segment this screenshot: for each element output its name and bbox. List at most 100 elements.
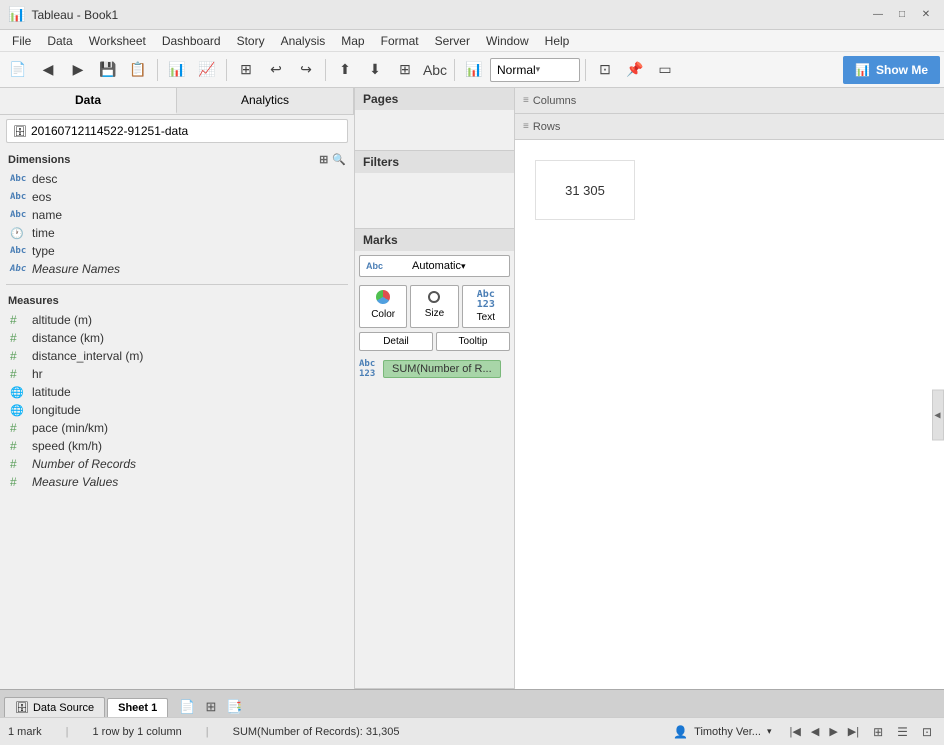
toolbar-sort-desc-button[interactable]: ⬇ [361,56,389,84]
columns-shelf[interactable]: ≡ Columns [515,88,944,114]
toolbar-sort-asc-button[interactable]: ⬆ [331,56,359,84]
dimensions-search-icon[interactable]: 🔍 [332,153,346,166]
menu-server[interactable]: Server [427,32,478,50]
database-icon: 🗄 [13,125,27,138]
toolbar-chart2-button[interactable]: 📈 [193,56,221,84]
field-number-of-records[interactable]: # Number of Records [6,455,348,473]
field-type[interactable]: Abc type [6,242,348,260]
tab-data[interactable]: Data [0,88,177,114]
menu-help[interactable]: Help [537,32,578,50]
toolbar-presentation-button[interactable]: ▭ [651,56,679,84]
nav-list-icon[interactable]: ☰ [893,723,912,741]
toolbar-group-button[interactable]: ⊞ [391,56,419,84]
tab-data-source[interactable]: 🗄 Data Source [4,697,105,717]
tooltip-button[interactable]: Tooltip [436,332,510,351]
field-altitude[interactable]: # altitude (m) [6,311,348,329]
field-speed[interactable]: # speed (km/h) [6,437,348,455]
show-me-button[interactable]: 📊 Show Me [843,56,940,84]
marks-header: Marks [355,229,514,251]
rows-shelf[interactable]: ≡ Rows [515,114,944,140]
menu-format[interactable]: Format [373,32,427,50]
field-measure-values[interactable]: # Measure Values [6,473,348,491]
text-button[interactable]: Abc123 Text [462,285,510,328]
filters-body[interactable] [355,173,514,228]
field-name[interactable]: Abc name [6,206,348,224]
new-sheet-icon[interactable]: 📄 [176,697,198,717]
menu-window[interactable]: Window [478,32,537,50]
field-longitude[interactable]: 🌐 longitude [6,401,348,419]
toolbar-fix-button[interactable]: 📌 [621,56,649,84]
dimensions-grid-icon[interactable]: ⊞ [319,153,328,166]
toolbar-data-button[interactable]: ⊞ [232,56,260,84]
new-dashboard-icon[interactable]: ⊞ [202,697,219,717]
toolbar-fit-button[interactable]: ⊡ [591,56,619,84]
toolbar-bar-chart-button[interactable]: 📊 [460,56,488,84]
field-hr[interactable]: # hr [6,365,348,383]
nav-prev-button[interactable]: ◀ [807,723,823,740]
maximize-button[interactable]: □ [892,5,912,25]
menu-story[interactable]: Story [229,32,273,50]
field-latitude[interactable]: 🌐 latitude [6,383,348,401]
abc-icon-5: Abc [10,264,28,274]
left-panel-content: 🗄 20160712114522-91251-data Dimensions ⊞… [0,115,354,689]
data-source-item[interactable]: 🗄 20160712114522-91251-data [6,119,348,143]
sum-records-label: SUM(Number of R... [392,363,492,375]
toolbar-forward-button[interactable]: ▶ [64,56,92,84]
canvas-wrapper: ≡ Columns ≡ Rows 31 305 ◀ [515,88,944,689]
sum-records-pill[interactable]: SUM(Number of R... [383,360,501,378]
nav-first-button[interactable]: |◀ [786,723,805,740]
field-pace[interactable]: # pace (min/km) [6,419,348,437]
field-desc[interactable]: Abc desc [6,170,348,188]
nav-expand-icon[interactable]: ⊡ [918,723,936,741]
field-distance[interactable]: # distance (km) [6,329,348,347]
field-measure-names[interactable]: Abc Measure Names [6,260,348,278]
menu-analysis[interactable]: Analysis [273,32,334,50]
dimensions-list: Abc desc Abc eos Abc name 🕐 time Abc [6,170,348,278]
field-name-label: name [32,208,62,222]
detail-button[interactable]: Detail [359,332,433,351]
toolbar-sep-3 [325,59,326,81]
toolbar-chart-button[interactable]: 📊 [163,56,191,84]
toolbar-label-button[interactable]: Abc [421,56,449,84]
dimensions-icons: ⊞ 🔍 [319,153,346,166]
right-expand-tab[interactable]: ◀ [932,389,944,440]
field-time[interactable]: 🕐 time [6,224,348,242]
show-me-label: Show Me [876,63,928,77]
size-label: Size [425,308,444,319]
marks-dropdown-arrow: ▾ [461,261,503,272]
minimize-button[interactable]: — [868,5,888,25]
canvas-view[interactable]: 31 305 ◀ [515,140,944,689]
menu-file[interactable]: File [4,32,39,50]
color-button[interactable]: Color [359,285,407,328]
toolbar-mark-type-dropdown[interactable]: Normal ▾ [490,58,580,82]
toolbar-new-button[interactable]: 📄 [4,56,32,84]
nav-next-button[interactable]: ▶ [825,723,841,740]
menu-dashboard[interactable]: Dashboard [154,32,229,50]
field-distance-interval[interactable]: # distance_interval (m) [6,347,348,365]
marks-type-label: Automatic [412,260,461,272]
status-right: 👤 Timothy Ver... ▾ |◀ ◀ ▶ ▶| ⊞ ☰ ⊡ [673,723,936,741]
canvas-value: 31 305 [565,183,605,198]
new-story-icon[interactable]: 📑 [223,697,245,717]
pages-header: Pages [355,88,514,110]
nav-last-button[interactable]: ▶| [844,723,863,740]
toolbar-undo-button[interactable]: ↩ [262,56,290,84]
field-eos-label: eos [32,190,51,204]
text-label: Text [477,312,495,323]
menu-worksheet[interactable]: Worksheet [81,32,154,50]
bottom-tabs: 🗄 Data Source Sheet 1 📄 ⊞ 📑 [0,689,944,717]
size-button[interactable]: Size [410,285,458,328]
field-eos[interactable]: Abc eos [6,188,348,206]
tab-analytics[interactable]: Analytics [177,88,354,114]
marks-type-dropdown[interactable]: Abc Automatic ▾ [359,255,510,277]
tab-sheet1[interactable]: Sheet 1 [107,698,168,717]
nav-grid-icon[interactable]: ⊞ [869,723,887,741]
toolbar-save-button[interactable]: 💾 [94,56,122,84]
toolbar-back-button[interactable]: ◀ [34,56,62,84]
toolbar-redo-button[interactable]: ↪ [292,56,320,84]
menu-data[interactable]: Data [39,32,80,50]
menu-map[interactable]: Map [333,32,372,50]
toolbar-duplicate-button[interactable]: 📋 [124,56,152,84]
pages-body[interactable] [355,110,514,150]
close-button[interactable]: ✕ [916,5,936,25]
